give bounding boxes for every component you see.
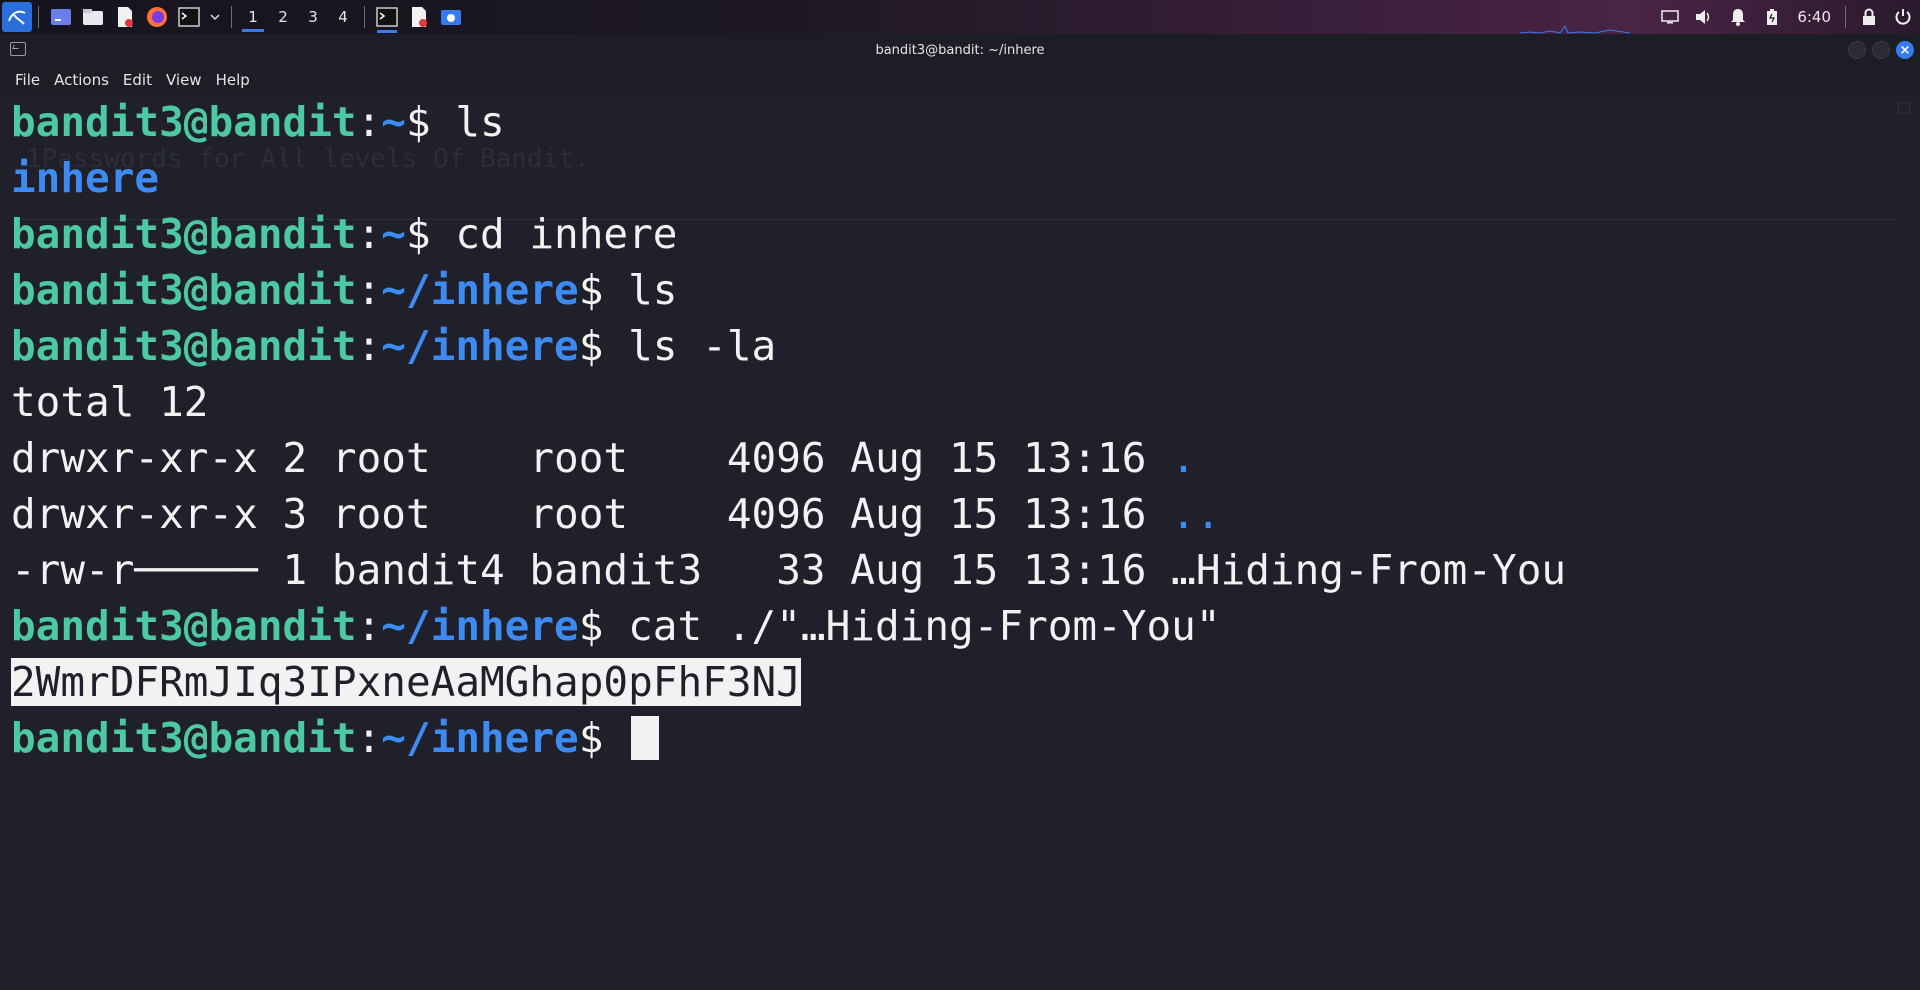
output-text: total 12 xyxy=(11,378,209,426)
terminal-output[interactable]: bandit3@bandit:~$ ls inhere bandit3@bandit… xyxy=(11,94,1566,766)
terminal-task-icon[interactable] xyxy=(375,5,399,33)
text-editor-icon[interactable] xyxy=(113,5,137,29)
command-text: ls xyxy=(430,98,505,146)
expand-icon xyxy=(1898,102,1910,114)
cpu-graph xyxy=(1520,24,1630,34)
lock-icon[interactable] xyxy=(1859,7,1879,27)
firefox-icon[interactable] xyxy=(145,5,169,29)
terminal-line: -rw-r───── 1 bandit4 bandit3 33 Aug 15 1… xyxy=(11,542,1566,598)
prompt-path: ~ xyxy=(381,210,406,258)
terminal-line: inhere xyxy=(11,150,1566,206)
window-titlebar[interactable]: bandit3@bandit: ~/inhere × xyxy=(0,34,1920,66)
terminal-line: bandit3@bandit:~$ ls xyxy=(11,94,1566,150)
prompt-dollar: $ xyxy=(578,602,604,650)
battery-icon[interactable] xyxy=(1762,7,1782,27)
top-panel: 1 2 3 4 6:40 xyxy=(0,0,1920,34)
prompt-path: ~ xyxy=(381,98,406,146)
volume-icon[interactable] xyxy=(1694,7,1714,27)
prompt-user: bandit3@bandit xyxy=(11,322,357,370)
prompt-user: bandit3@bandit xyxy=(11,714,357,762)
text-cursor xyxy=(631,716,660,760)
notifications-icon[interactable] xyxy=(1728,7,1748,27)
prompt-path: ~/inhere xyxy=(381,266,579,314)
prompt-dollar: $ xyxy=(578,322,604,370)
listing-entry: drwxr-xr-x 3 root root 4096 Aug 15 13:16 xyxy=(11,490,1172,538)
terminal-line: bandit3@bandit:~/inhere$ xyxy=(11,710,1566,766)
dropdown-icon[interactable] xyxy=(209,5,221,29)
directory-name: .. xyxy=(1171,490,1221,538)
workspace-2[interactable]: 2 xyxy=(268,2,298,32)
window-title: bandit3@bandit: ~/inhere xyxy=(875,42,1045,58)
menu-file[interactable]: File xyxy=(15,71,40,89)
power-icon[interactable] xyxy=(1893,7,1913,27)
prompt-user: bandit3@bandit xyxy=(11,266,357,314)
directory-name: inhere xyxy=(11,154,160,202)
terminal-line: drwxr-xr-x 2 root root 4096 Aug 15 13:16… xyxy=(11,430,1566,486)
menu-bar: File Actions Edit View Help xyxy=(0,66,1920,94)
menu-view[interactable]: View xyxy=(166,71,202,89)
command-text: cat ./"…Hiding-From-You" xyxy=(603,602,1221,650)
directory-name: . xyxy=(1171,434,1196,482)
output-text: -rw-r───── 1 bandit4 bandit3 33 Aug 15 1… xyxy=(11,546,1567,594)
file-manager-icon[interactable] xyxy=(81,5,105,29)
prompt-path: ~/inhere xyxy=(381,714,579,762)
screenshot-task-icon[interactable] xyxy=(439,5,463,29)
menu-edit[interactable]: Edit xyxy=(123,71,152,89)
text-editor-task-icon[interactable] xyxy=(407,5,431,29)
prompt-path: ~/inhere xyxy=(381,602,579,650)
panel-separator xyxy=(38,6,39,28)
prompt-colon: : xyxy=(356,210,382,258)
panel-separator xyxy=(231,6,232,28)
show-desktop-icon[interactable] xyxy=(49,5,73,29)
panel-separator xyxy=(364,6,365,28)
terminal-line: bandit3@bandit:~/inhere$ ls xyxy=(11,262,1566,318)
prompt-dollar: $ xyxy=(405,98,431,146)
close-button[interactable]: × xyxy=(1896,41,1914,59)
workspace-1[interactable]: 1 xyxy=(238,2,268,32)
command-text: cd inhere xyxy=(430,210,678,258)
listing-entry: drwxr-xr-x 2 root root 4096 Aug 15 13:16 xyxy=(11,434,1172,482)
menu-help[interactable]: Help xyxy=(216,71,250,89)
window-menu-icon[interactable] xyxy=(10,42,26,56)
command-text: ls xyxy=(603,266,678,314)
command-text: ls -la xyxy=(603,322,777,370)
terminal-icon[interactable] xyxy=(177,5,201,29)
prompt-dollar: $ xyxy=(578,266,604,314)
terminal-line: drwxr-xr-x 3 root root 4096 Aug 15 13:16… xyxy=(11,486,1566,542)
menu-actions[interactable]: Actions xyxy=(54,71,109,89)
prompt-colon: : xyxy=(356,714,382,762)
system-tray: 6:40 xyxy=(1653,0,1920,34)
close-icon: × xyxy=(1899,42,1911,58)
prompt-user: bandit3@bandit xyxy=(11,98,357,146)
maximize-button[interactable] xyxy=(1872,41,1890,59)
terminal-line: bandit3@bandit:~/inhere$ ls -la xyxy=(11,318,1566,374)
window-controls: × xyxy=(1842,41,1914,59)
prompt-dollar: $ xyxy=(405,210,431,258)
prompt-colon: : xyxy=(356,98,382,146)
terminal-line: 2WmrDFRmJIq3IPxneAaMGhap0pFhF3NJ xyxy=(11,654,1566,710)
workspace-4[interactable]: 4 xyxy=(328,2,358,32)
prompt-user: bandit3@bandit xyxy=(11,210,357,258)
panel-separator xyxy=(1845,6,1846,28)
terminal-line: bandit3@bandit:~/inhere$ cat ./"…Hiding-… xyxy=(11,598,1566,654)
minimize-button[interactable] xyxy=(1848,41,1866,59)
terminal-line: total 12 xyxy=(11,374,1566,430)
terminal-window: bandit3@bandit: ~/inhere × File Actions … xyxy=(0,34,1920,990)
prompt-dollar: $ xyxy=(578,714,604,762)
workspace-3[interactable]: 3 xyxy=(298,2,328,32)
selected-password-text: 2WmrDFRmJIq3IPxneAaMGhap0pFhF3NJ xyxy=(11,658,801,706)
prompt-path: ~/inhere xyxy=(381,322,579,370)
prompt-colon: : xyxy=(356,602,382,650)
clock[interactable]: 6:40 xyxy=(1797,8,1831,26)
terminal-area[interactable]: 1Passwords for All levels Of Bandit. ban… xyxy=(0,94,1920,990)
display-icon[interactable] xyxy=(1660,7,1680,27)
prompt-colon: : xyxy=(356,322,382,370)
prompt-user: bandit3@bandit xyxy=(11,602,357,650)
prompt-colon: : xyxy=(356,266,382,314)
kali-menu-icon[interactable] xyxy=(2,2,32,32)
terminal-line: bandit3@bandit:~$ cd inhere xyxy=(11,206,1566,262)
